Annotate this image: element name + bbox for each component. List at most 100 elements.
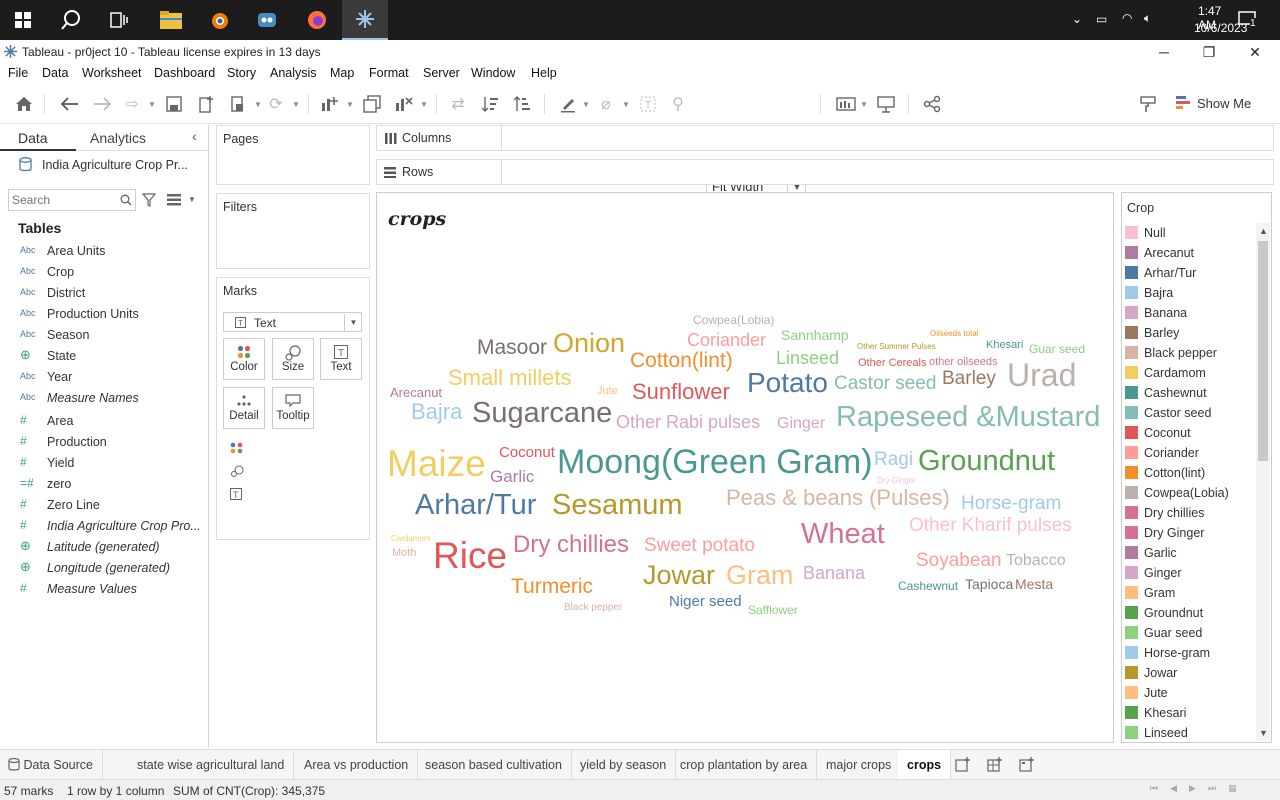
last-sheet-icon[interactable]: ⏭ [1208, 783, 1228, 793]
pages-card[interactable]: Pages [216, 125, 370, 185]
group-members-icon[interactable]: ⌀ [594, 92, 618, 116]
word-mark[interactable]: Other Summer Pulses [857, 343, 936, 351]
word-mark[interactable]: Moong(Green Gram) [557, 445, 873, 479]
menu-worksheet[interactable]: Worksheet [82, 66, 142, 80]
word-mark[interactable]: Sugarcane [472, 399, 612, 428]
legend-item[interactable]: Banana [1125, 303, 1253, 323]
crop-color-pill[interactable]: Crop [248, 438, 358, 456]
new-worksheet-icon[interactable] [955, 757, 971, 773]
scrollbar-thumb[interactable] [1258, 241, 1268, 461]
field-item[interactable]: ⊕ Latitude (generated) [0, 537, 205, 558]
sheet-tab-season-based[interactable]: season based cultivation [416, 750, 572, 779]
show-mark-labels-icon[interactable]: T [636, 92, 660, 116]
filters-card[interactable]: Filters [216, 193, 370, 269]
word-mark[interactable]: Garlic [490, 468, 534, 485]
field-item[interactable]: # Measure Values [0, 579, 205, 600]
legend-item[interactable]: Ginger [1125, 563, 1253, 583]
scroll-up-icon[interactable]: ▲ [1259, 226, 1268, 236]
sort-descending-icon[interactable] [510, 92, 534, 116]
word-mark[interactable]: Soyabean [916, 551, 1002, 570]
color-button[interactable]: Color [223, 338, 265, 380]
notification-center-icon[interactable]: 1 [1236, 0, 1276, 40]
tableau-taskbar-icon[interactable] [342, 0, 388, 40]
word-mark[interactable]: Sunflower [632, 381, 730, 403]
legend-item[interactable]: Black pepper [1125, 343, 1253, 363]
legend-item[interactable]: Bajra [1125, 283, 1253, 303]
legend-item[interactable]: Coriander [1125, 443, 1253, 463]
field-item[interactable]: ⊕ Longitude (generated) [0, 558, 205, 579]
word-mark[interactable]: Cardamom [391, 535, 431, 543]
pause-updates-icon[interactable] [226, 92, 250, 116]
new-dashboard-icon[interactable] [987, 757, 1003, 773]
word-mark[interactable]: Bajra [411, 401, 462, 423]
tab-analytics[interactable]: Analytics ‹ [76, 125, 208, 151]
home-icon[interactable] [12, 92, 36, 116]
word-mark[interactable]: Coriander [687, 331, 766, 349]
show-me-button[interactable]: Show Me [1174, 92, 1270, 116]
restore-button[interactable]: ❐ [1186, 40, 1232, 64]
legend-item[interactable]: Horse-gram [1125, 643, 1253, 663]
prev-sheet-icon[interactable]: ◀ [1170, 783, 1189, 793]
word-mark[interactable]: Banana [803, 564, 865, 582]
word-mark[interactable]: Oilseeds total [930, 330, 978, 338]
swap-rows-columns-icon[interactable]: ⇄ [446, 92, 470, 116]
legend-item[interactable]: Khesari [1125, 703, 1253, 723]
word-mark[interactable]: Jowar [643, 562, 715, 589]
file-explorer-icon[interactable] [148, 0, 194, 40]
columns-shelf[interactable]: Columns [376, 125, 1274, 151]
word-mark[interactable]: Moth [392, 548, 416, 559]
legend-item[interactable]: Coconut [1125, 423, 1253, 443]
legend-item[interactable]: Null [1125, 223, 1253, 243]
word-mark[interactable]: Linseed [776, 349, 839, 367]
search-field[interactable] [8, 189, 136, 211]
first-sheet-icon[interactable]: ⏮ [1150, 783, 1170, 793]
firefox-icon[interactable] [294, 0, 340, 40]
word-mark[interactable]: Other Cereals [858, 358, 926, 369]
blender-icon[interactable] [196, 0, 242, 40]
new-story-icon[interactable] [1019, 757, 1035, 773]
word-mark[interactable]: Cowpea(Lobia) [693, 314, 774, 326]
field-item[interactable]: # Area [0, 411, 205, 432]
view-list-icon[interactable] [167, 194, 181, 206]
duplicate-sheet-icon[interactable] [360, 92, 384, 116]
presentation-mode-icon[interactable] [874, 92, 898, 116]
field-item[interactable]: ⊕ State [0, 346, 205, 367]
search-icon[interactable] [48, 0, 94, 40]
word-mark[interactable]: Wheat [801, 520, 885, 549]
battery-icon[interactable]: ▭ [1096, 12, 1107, 26]
data-source-tab[interactable]: Data Source [0, 750, 103, 779]
legend-item[interactable]: Cotton(lint) [1125, 463, 1253, 483]
legend-item[interactable]: Dry chillies [1125, 503, 1253, 523]
close-button[interactable]: ✕ [1232, 40, 1278, 64]
legend-item[interactable]: Jowar [1125, 663, 1253, 683]
word-mark[interactable]: Other Kharif pulses [909, 516, 1072, 535]
fix-axes-icon[interactable]: ⚲ [666, 92, 690, 116]
refresh-icon[interactable]: ⟳ [264, 92, 288, 116]
word-mark[interactable]: Gram [726, 562, 794, 589]
word-mark[interactable]: Dry Ginger [877, 477, 916, 485]
legend-item[interactable]: Arhar/Tur [1125, 263, 1253, 283]
word-mark[interactable]: Guar seed [1029, 343, 1085, 355]
highlight-icon[interactable] [556, 92, 580, 116]
word-mark[interactable]: Turmeric [511, 576, 593, 597]
word-mark[interactable]: Jute [597, 386, 618, 397]
word-mark[interactable]: Dry chillies [513, 533, 629, 557]
word-mark[interactable]: Rapeseed &Mustard [836, 403, 1100, 432]
godot-icon[interactable] [244, 0, 290, 40]
sheet-tab-major-crops[interactable]: major crops [817, 750, 902, 779]
legend-item[interactable]: Groundnut [1125, 603, 1253, 623]
word-mark[interactable]: Urad [1007, 359, 1076, 391]
text-button[interactable]: T Text [320, 338, 362, 380]
legend-item[interactable]: Guar seed [1125, 623, 1253, 643]
detail-button[interactable]: Detail [223, 387, 265, 429]
field-item[interactable]: =# zero [0, 474, 205, 495]
field-item[interactable]: Abc Production Units [0, 304, 205, 325]
field-item[interactable]: Abc Crop [0, 262, 205, 283]
chevron-up-icon[interactable]: ⌄ [1072, 12, 1082, 26]
word-mark[interactable]: Other Rabi pulses [616, 413, 760, 431]
word-mark[interactable]: other oilseeds [929, 357, 998, 368]
scroll-down-icon[interactable]: ▼ [1259, 728, 1268, 738]
menu-story[interactable]: Story [227, 66, 256, 80]
wifi-icon[interactable]: ◠ [1122, 11, 1132, 25]
sheet-tab-area-vs-production[interactable]: Area vs production [295, 750, 419, 779]
